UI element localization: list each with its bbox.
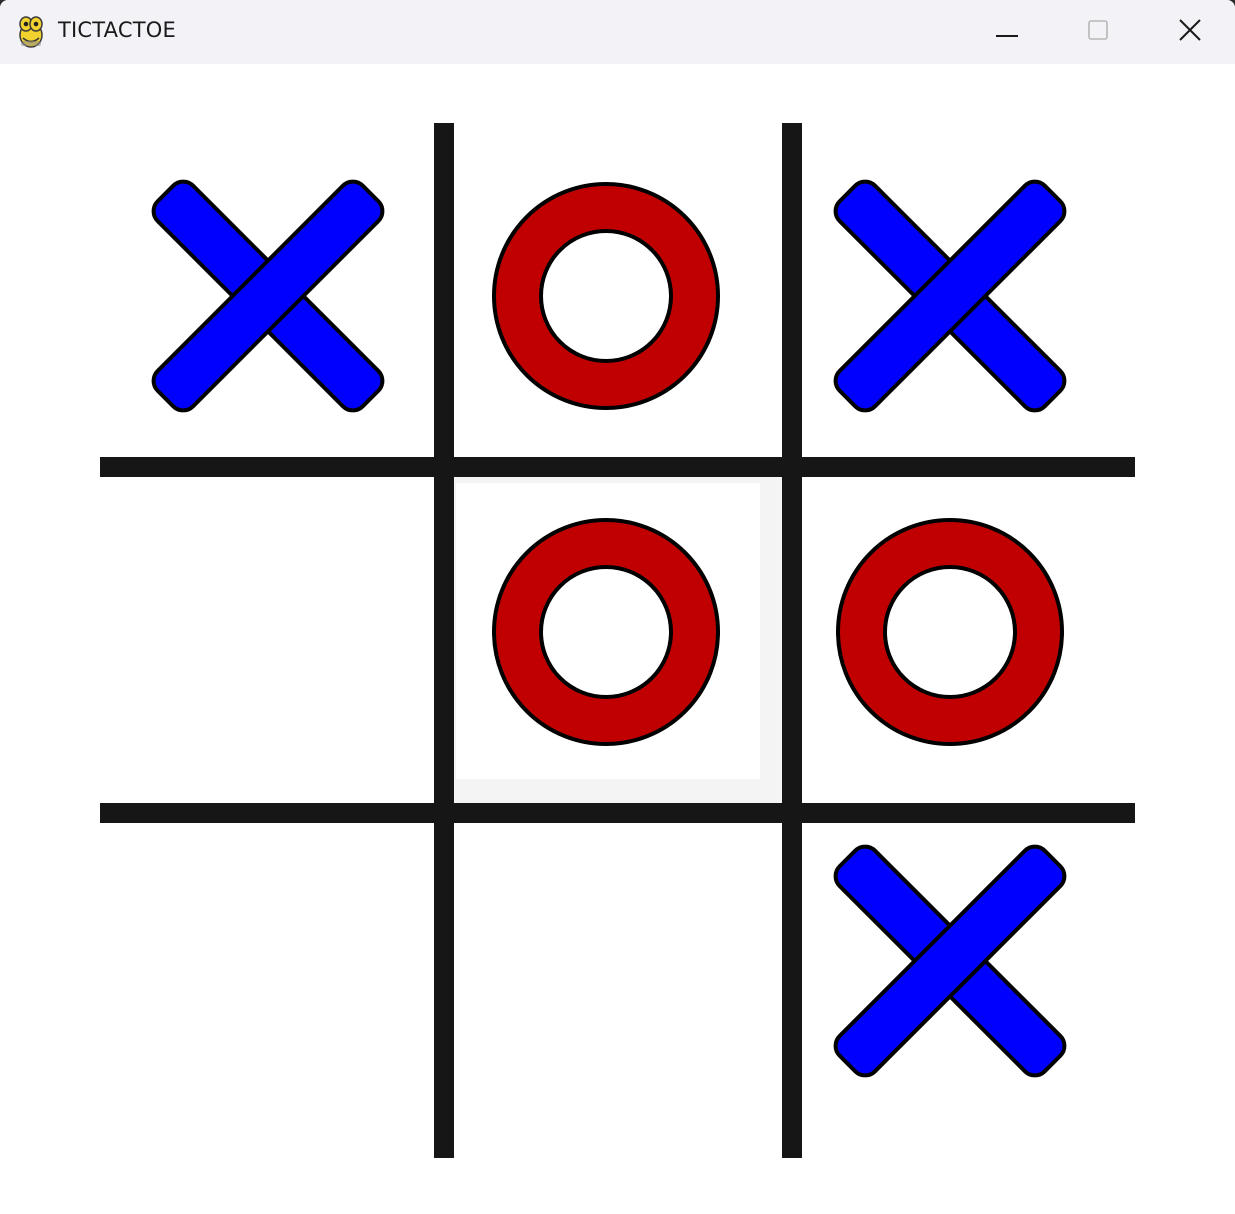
o-mark-0-1 — [492, 182, 720, 410]
game-canvas[interactable] — [0, 64, 1235, 1214]
tictactoe-board[interactable] — [0, 64, 1235, 1214]
close-icon — [1179, 19, 1201, 45]
grid-line-horizontal-2 — [100, 803, 1135, 823]
board-cell-2-1[interactable] — [454, 823, 782, 1158]
grid-line-vertical-1 — [434, 123, 454, 1158]
grid-line-horizontal-1 — [100, 457, 1135, 477]
o-mark-hole — [539, 565, 673, 699]
minimize-icon — [996, 23, 1018, 42]
o-mark-hole — [539, 229, 673, 363]
maximize-icon — [1088, 20, 1108, 44]
o-mark-1-1 — [492, 518, 720, 746]
pygame-snake-icon — [14, 14, 48, 50]
maximize-button[interactable] — [1052, 0, 1144, 64]
grid-line-vertical-2 — [782, 123, 802, 1158]
window-title: TICTACTOE — [58, 18, 176, 42]
board-cell-1-0[interactable] — [100, 477, 434, 803]
title-bar[interactable]: TICTACTOE — [0, 0, 1235, 64]
o-mark-hole — [883, 565, 1017, 699]
o-mark-1-2 — [836, 518, 1064, 746]
app-window: TICTACTOE — [0, 0, 1235, 1214]
close-button[interactable] — [1144, 0, 1235, 64]
minimize-button[interactable] — [961, 0, 1053, 64]
board-cell-2-0[interactable] — [100, 823, 434, 1158]
